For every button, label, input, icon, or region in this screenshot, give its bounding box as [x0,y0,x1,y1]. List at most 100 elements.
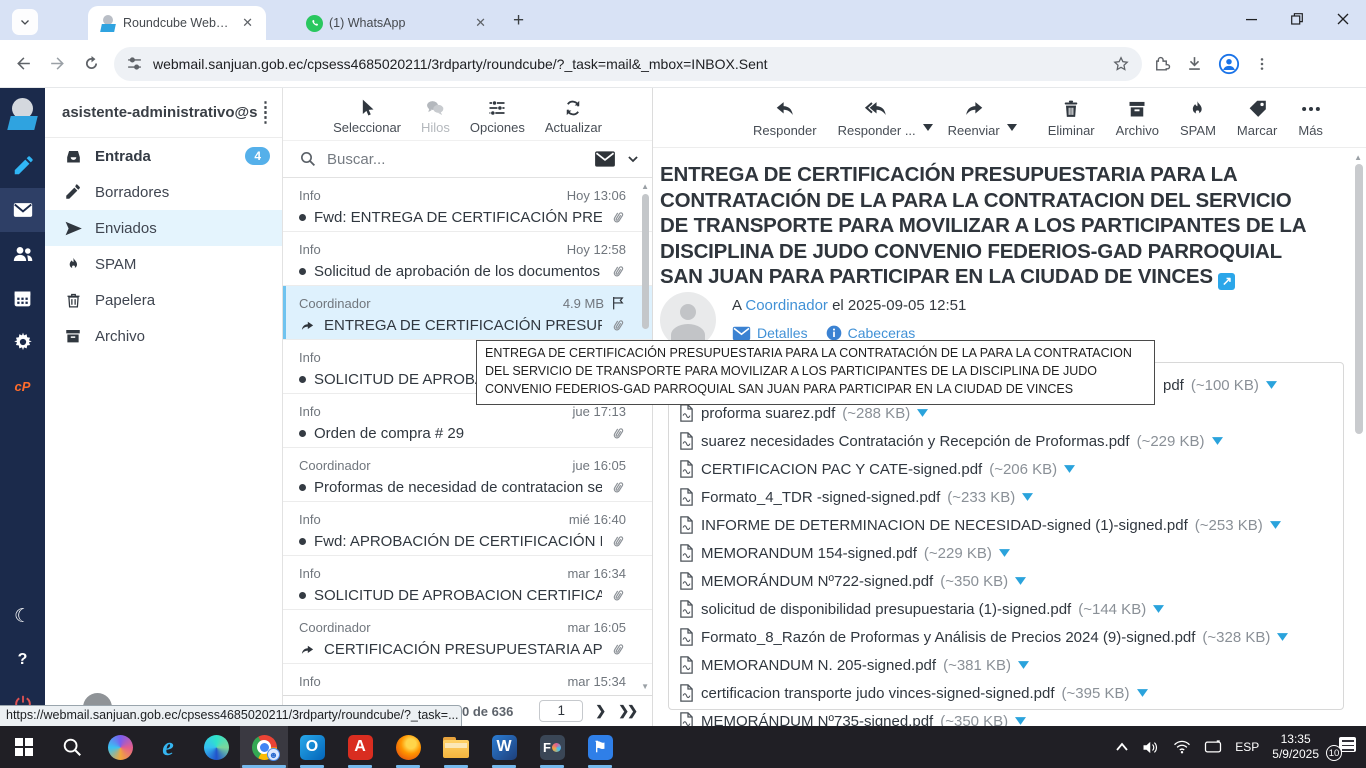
reader-scroll-thumb[interactable] [1355,164,1363,434]
address-bar[interactable]: webmail.sanjuan.gob.ec/cpsess4685020211/… [114,47,1142,81]
mail-nav-button[interactable] [0,188,45,232]
scroll-up-icon[interactable]: ▲ [641,182,649,191]
attachment-menu-caret-icon[interactable] [1212,437,1223,445]
notification-center-button[interactable]: 10 [1332,737,1356,757]
attachment-menu-caret-icon[interactable] [1022,493,1033,501]
attachment-menu-caret-icon[interactable] [1153,605,1164,613]
attachment-item[interactable]: solicitud de disponibilidad presupuestar… [679,595,1164,623]
file-explorer-button[interactable] [432,726,480,768]
tab-roundcube[interactable]: Roundcube Webmail :: Enviados ✕ [88,6,266,40]
attachment-menu-caret-icon[interactable] [1266,381,1277,389]
last-page-icon[interactable]: ❯❯ [618,703,636,719]
copilot-button[interactable] [96,726,144,768]
attachment-menu-caret-icon[interactable] [1137,689,1148,697]
list-scroll-thumb[interactable] [642,194,649,329]
tab-close-icon[interactable]: ✕ [239,15,256,31]
attachment-item[interactable]: MEMORANDUM N. 205-signed.pdf (~381 KB) [679,651,1029,679]
chrome-button[interactable]: ☻ [240,726,288,768]
scroll-up-icon[interactable]: ▲ [1354,153,1362,162]
minimize-button[interactable] [1228,0,1274,38]
threads-button[interactable]: Hilos [421,98,450,135]
wifi-icon[interactable] [1173,740,1191,754]
archive-button[interactable]: Archivo [1116,98,1159,138]
cast-icon[interactable] [1204,740,1222,754]
cpanel-button[interactable]: cP [0,364,45,408]
attachment-menu-caret-icon[interactable] [1015,717,1026,725]
forward-menu-caret-icon[interactable] [1007,124,1017,131]
folder-entrada[interactable]: Entrada 4 [45,138,282,174]
clock[interactable]: 13:355/9/2025 [1272,732,1319,762]
app-flag-button[interactable]: ⚑ [576,726,624,768]
folder-papelera[interactable]: Papelera [45,282,282,318]
close-button[interactable] [1320,0,1366,38]
language-indicator[interactable]: ESP [1235,740,1259,754]
details-link[interactable]: Detalles [732,325,808,341]
attachment-item[interactable]: INFORME DE DETERMINACION DE NECESIDAD-si… [679,511,1281,539]
bookmark-star-icon[interactable] [1112,55,1130,73]
headers-link[interactable]: Cabeceras [826,325,916,341]
attachment-menu-caret-icon[interactable] [999,549,1010,557]
compose-button[interactable] [0,144,45,188]
attachment-menu-caret-icon[interactable] [1277,633,1288,641]
profile-icon[interactable] [1218,53,1240,75]
page-input[interactable]: 1 [539,700,583,722]
reply-button[interactable]: Responder [753,98,817,138]
message-row[interactable]: Coordinador jue 16:05 Proformas de neces… [283,448,652,502]
attachment-item[interactable]: MEMORANDUM 154-signed.pdf (~229 KB) [679,539,1010,567]
message-row[interactable]: Info mié 16:40 Fwd: APROBACIÓN DE CERTIF… [283,502,652,556]
scope-envelope-icon[interactable] [594,150,616,168]
folder-spam[interactable]: SPAM [45,246,282,282]
account-header[interactable]: asistente-administrativo@sa... ⋮⋮⋮ [45,88,282,138]
dark-mode-button[interactable]: ☾ [0,594,45,638]
attachment-item[interactable]: MEMORÁNDUM Nº722-signed.pdf (~350 KB) [679,567,1026,595]
next-page-icon[interactable]: ❯ [595,703,606,719]
list-scrollbar[interactable]: ▲ ▼ [641,178,651,695]
select-button[interactable]: Seleccionar [333,98,401,135]
message-row[interactable]: Coordinador 4.9 MB ENTREGA DE CERTIFICAC… [283,286,652,340]
mark-button[interactable]: Marcar [1237,98,1277,138]
message-row[interactable]: Info Hoy 12:58 Solicitud de aprobación d… [283,232,652,286]
open-external-icon[interactable]: ↗ [1218,273,1235,290]
attachment-menu-caret-icon[interactable] [1015,577,1026,585]
app-f-button[interactable]: F [528,726,576,768]
attachment-item[interactable]: CERTIFICACION PAC Y CATE-signed.pdf (~20… [679,455,1075,483]
attachment-menu-caret-icon[interactable] [917,409,928,417]
message-row[interactable]: Info Hoy 13:06 Fwd: ENTREGA DE CERTIFICA… [283,178,652,232]
attachment-menu-caret-icon[interactable] [1064,465,1075,473]
reply-all-menu-caret-icon[interactable] [923,124,933,131]
folder-enviados[interactable]: Enviados [45,210,282,246]
more-button[interactable]: Más [1298,98,1323,138]
forward-button[interactable] [40,47,74,81]
settings-nav-button[interactable] [0,320,45,364]
acrobat-button[interactable]: A [336,726,384,768]
reload-button[interactable] [74,47,108,81]
message-row[interactable]: Coordinador mar 16:05 CERTIFICACIÓN PRES… [283,610,652,664]
options-button[interactable]: Opciones [470,98,525,135]
tab-close-icon[interactable]: ✕ [472,15,489,31]
search-options-chevron-icon[interactable] [626,152,640,166]
tab-search-button[interactable] [12,9,38,35]
downloads-icon[interactable] [1185,54,1204,73]
scroll-down-icon[interactable]: ▼ [641,682,649,691]
reply-all-button[interactable]: Responder ... [838,98,916,138]
restore-button[interactable] [1274,0,1320,38]
menu-kebab-icon[interactable] [1254,56,1270,72]
outlook-button[interactable]: O [288,726,336,768]
start-button[interactable] [0,726,48,768]
forward-button[interactable]: Reenviar [948,98,1000,138]
folder-archivo[interactable]: Archivo [45,318,282,354]
attachment-item[interactable]: Formato_4_TDR -signed-signed.pdf (~233 K… [679,483,1033,511]
site-settings-icon[interactable] [126,55,143,72]
calendar-nav-button[interactable] [0,276,45,320]
recipient-link[interactable]: Coordinador [745,297,828,314]
contacts-nav-button[interactable] [0,232,45,276]
word-button[interactable]: W [480,726,528,768]
attachment-menu-caret-icon[interactable] [1270,521,1281,529]
message-row[interactable]: Info mar 16:34 SOLICITUD DE APROBACION C… [283,556,652,610]
flag-icon[interactable] [610,295,626,311]
refresh-button[interactable]: Actualizar [545,98,602,135]
internet-explorer-button[interactable]: e [144,726,192,768]
attachment-item[interactable]: certificacion transporte judo vinces-sig… [679,679,1148,707]
search-bar[interactable]: Buscar... [283,140,652,178]
spam-button[interactable]: SPAM [1180,98,1216,138]
